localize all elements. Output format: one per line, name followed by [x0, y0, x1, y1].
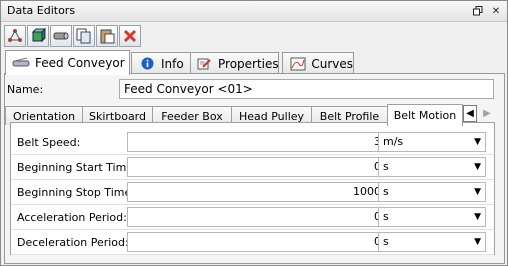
- tab-info[interactable]: Info: [131, 52, 191, 74]
- cube-button[interactable]: [27, 25, 49, 47]
- belt-speed-unit-select[interactable]: m/s ▼: [378, 132, 486, 152]
- unit-value: s: [383, 160, 389, 173]
- tab-label: Info: [161, 56, 184, 71]
- deceleration-period-unit-select[interactable]: s ▼: [378, 232, 486, 252]
- dropdown-arrow-icon: ▼: [474, 187, 481, 197]
- unit-value: s: [383, 235, 389, 248]
- acceleration-period-unit-select[interactable]: s ▼: [378, 207, 486, 227]
- dropdown-arrow-icon: ▼: [474, 137, 481, 147]
- deceleration-period-input[interactable]: 0: [127, 232, 386, 252]
- acceleration-period-input[interactable]: 0: [127, 207, 386, 227]
- unit-value: m/s: [383, 135, 404, 148]
- belt-speed-input[interactable]: 3: [127, 132, 386, 152]
- title-bar: Data Editors ✕: [1, 1, 507, 22]
- properties-icon: [197, 57, 213, 71]
- dropdown-arrow-icon: ▼: [474, 237, 481, 247]
- unit-value: s: [383, 210, 389, 223]
- tab-label: Feed Conveyor: [35, 56, 125, 70]
- property-row-beginning-stop-time: Beginning Stop Time: 1000 s ▼: [11, 180, 494, 205]
- pipe-button[interactable]: [50, 25, 72, 47]
- beginning-start-time-input[interactable]: 0: [127, 157, 386, 177]
- beginning-stop-time-unit-select[interactable]: s ▼: [378, 182, 486, 202]
- paste-button[interactable]: [96, 25, 118, 47]
- network-icon: [8, 29, 22, 42]
- property-row-beginning-start-time: Beginning Start Time: 0 s ▼: [11, 155, 494, 180]
- delete-icon: [123, 29, 137, 43]
- network-button[interactable]: [4, 25, 26, 47]
- beginning-start-time-unit-select[interactable]: s ▼: [378, 157, 486, 177]
- property-label: Acceleration Period:: [17, 211, 127, 224]
- property-grid: Belt Speed: 3 m/s ▼ Beginning Start Time…: [10, 122, 495, 255]
- property-label: Beginning Stop Time:: [17, 186, 135, 199]
- property-row-belt-speed: Belt Speed: 3 m/s ▼: [11, 130, 494, 155]
- info-icon: [138, 57, 156, 71]
- dropdown-arrow-icon: ▼: [474, 212, 481, 222]
- cube-icon: [31, 28, 46, 43]
- beginning-stop-time-input[interactable]: 1000: [127, 182, 386, 202]
- property-label: Beginning Start Time:: [17, 161, 137, 174]
- name-input[interactable]: Feed Conveyor <01>: [119, 79, 494, 99]
- window-title: Data Editors: [7, 4, 76, 17]
- restore-icon[interactable]: [471, 4, 485, 18]
- copy-button[interactable]: [73, 25, 95, 47]
- property-row-deceleration-period: Deceleration Period: 0 s ▼: [11, 230, 494, 255]
- name-label: Name:: [7, 83, 44, 96]
- tab-scroll-right-icon[interactable]: ▶: [480, 105, 494, 122]
- property-label: Deceleration Period:: [17, 236, 129, 249]
- toolbar: [4, 25, 141, 49]
- delete-button[interactable]: [119, 25, 141, 47]
- tab-belt-motion[interactable]: Belt Motion: [387, 104, 463, 126]
- tab-feed-conveyor[interactable]: Feed Conveyor: [5, 50, 130, 75]
- property-row-acceleration-period: Acceleration Period: 0 s ▼: [11, 205, 494, 230]
- tab-properties[interactable]: Properties: [190, 52, 279, 74]
- tab-scroll-left-icon[interactable]: ◀: [463, 105, 477, 122]
- data-editors-window: Data Editors ✕ Feed Conveyor Info Proper…: [0, 0, 508, 266]
- conveyor-icon: [12, 56, 30, 70]
- dropdown-arrow-icon: ▼: [474, 162, 481, 172]
- tab-label: Properties: [218, 56, 279, 71]
- unit-value: s: [383, 185, 389, 198]
- pipe-icon: [53, 32, 69, 40]
- property-label: Belt Speed:: [17, 136, 81, 149]
- paste-icon: [100, 29, 115, 44]
- tab-curves[interactable]: Curves: [282, 52, 354, 74]
- curves-icon: [289, 57, 306, 71]
- tab-label: Curves: [311, 56, 353, 71]
- copy-icon: [76, 28, 91, 44]
- close-icon[interactable]: ✕: [489, 4, 503, 18]
